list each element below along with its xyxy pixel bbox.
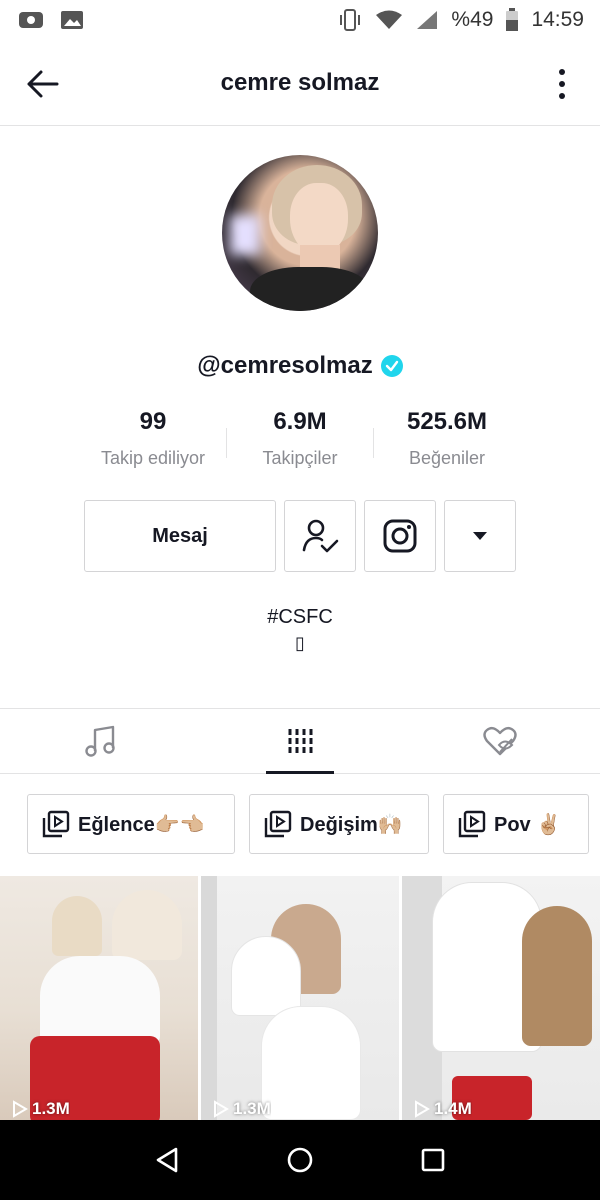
playlist-label: Değişim🙌🏼 (300, 813, 403, 836)
video-thumbnail[interactable]: 1.4M (402, 876, 600, 1120)
vibrate-icon (337, 8, 363, 32)
system-navigation-bar (0, 1120, 600, 1200)
following-status-button[interactable] (284, 500, 356, 572)
verified-badge-icon (380, 355, 403, 377)
playlist-label: Eğlence👉🏼👈🏼 (78, 813, 205, 836)
playlist-icon (264, 810, 292, 838)
user-check-icon (302, 519, 339, 553)
playlist-icon (42, 810, 70, 838)
nav-home-button[interactable] (275, 1135, 325, 1185)
gallery-notification-icon (60, 9, 84, 31)
more-options-button[interactable] (550, 64, 574, 104)
profile-tabs (0, 708, 600, 774)
username: @cemresolmaz (197, 352, 373, 379)
profile-bio: #CSFC ▯ (0, 606, 600, 654)
view-count-value: 1.4M (434, 1099, 472, 1118)
stat-following[interactable]: 99 Takip ediliyor (80, 408, 226, 469)
play-icon (13, 1100, 28, 1118)
view-count: 1.3M (213, 1098, 271, 1120)
playlist-chip[interactable]: Eğlence👉🏼👈🏼 (27, 794, 235, 854)
playlist-row: Eğlence👉🏼👈🏼 Değişim🙌🏼 Pov ✌🏼 (27, 794, 589, 854)
instagram-icon (383, 519, 417, 553)
play-icon (415, 1100, 430, 1118)
triangle-back-icon (156, 1147, 177, 1173)
view-count: 1.4M (414, 1098, 472, 1120)
followers-count: 6.9M (273, 408, 327, 435)
nav-back-button[interactable] (142, 1135, 192, 1185)
view-count-value: 1.3M (233, 1099, 271, 1118)
video-thumbnail[interactable]: 1.3M (0, 876, 198, 1120)
suggested-accounts-dropdown-button[interactable] (444, 500, 516, 572)
playlist-chip[interactable]: Pov ✌🏼 (443, 794, 589, 854)
profile-stats: 99 Takip ediliyor 6.9M Takipçiler 525.6M… (80, 408, 520, 469)
avatar[interactable] (222, 155, 378, 311)
profile-actions: Mesaj (84, 500, 516, 572)
play-icon (214, 1100, 229, 1118)
battery-percentage: %49 (451, 8, 494, 31)
tab-sounds[interactable] (0, 709, 200, 773)
back-button[interactable] (22, 64, 62, 104)
video-grid: 1.3M 1.3M 1.4M (0, 876, 600, 1120)
bio-hashtag[interactable]: #CSFC (0, 606, 600, 629)
music-note-icon (85, 725, 115, 757)
back-arrow-icon (27, 70, 59, 98)
page-title: cemre solmaz (220, 68, 380, 96)
view-count: 1.3M (12, 1098, 70, 1120)
username-row: @cemresolmaz (0, 352, 600, 380)
status-bar: %49 14:59 (0, 0, 600, 40)
profile-header: cemre solmaz (0, 40, 600, 126)
playlist-label: Pov ✌🏼 (494, 813, 562, 836)
followers-label: Takipçiler (262, 448, 338, 468)
stat-followers[interactable]: 6.9M Takipçiler (227, 408, 373, 469)
caret-down-icon (473, 532, 487, 540)
playlist-chip[interactable]: Değişim🙌🏼 (249, 794, 429, 854)
nav-recents-button[interactable] (408, 1135, 458, 1185)
stat-likes[interactable]: 525.6M Beğeniler (374, 408, 520, 469)
battery-icon (505, 8, 519, 32)
following-count: 99 (139, 408, 167, 435)
message-button[interactable]: Mesaj (84, 500, 276, 572)
wifi-icon (375, 9, 403, 31)
instagram-button[interactable] (364, 500, 436, 572)
video-grid-icon (288, 729, 313, 753)
following-label: Takip ediliyor (100, 448, 206, 468)
tab-videos[interactable] (200, 709, 400, 774)
square-recents-icon (422, 1148, 445, 1172)
playlist-icon (458, 810, 486, 838)
bio-line: ▯ (295, 633, 305, 653)
view-count-value: 1.3M (32, 1099, 70, 1118)
youtube-notification-icon (18, 9, 44, 31)
likes-count: 525.6M (406, 408, 488, 435)
video-thumbnail[interactable]: 1.3M (201, 876, 399, 1120)
cellular-signal-icon (415, 9, 439, 31)
clock: 14:59 (531, 8, 584, 31)
circle-home-icon (287, 1147, 313, 1173)
likes-label: Beğeniler (408, 448, 486, 468)
heart-hidden-icon (483, 726, 517, 756)
more-dots-icon (559, 69, 565, 75)
tab-liked[interactable] (400, 709, 600, 773)
